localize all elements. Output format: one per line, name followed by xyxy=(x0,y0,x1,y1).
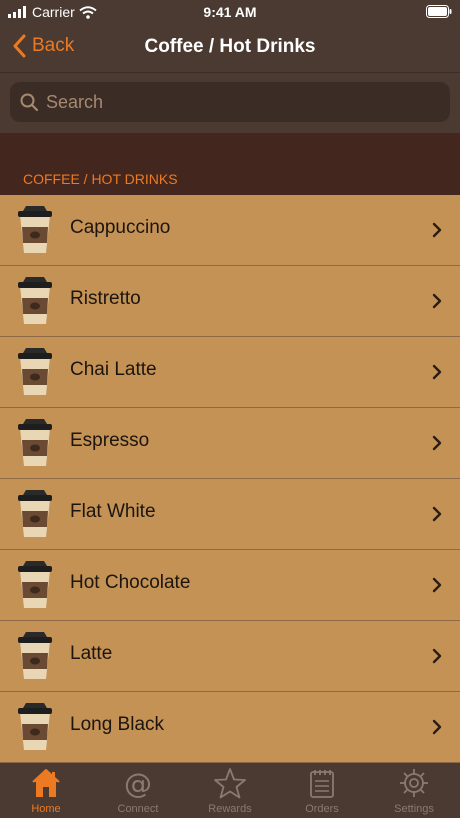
tab-orders-label: Orders xyxy=(305,803,339,815)
tab-rewards-label: Rewards xyxy=(208,803,252,815)
tab-rewards[interactable]: Rewards xyxy=(184,763,276,818)
back-label: Back xyxy=(32,35,75,56)
disclosure-indicator xyxy=(432,222,442,243)
status-time: 9:41 AM xyxy=(203,4,257,20)
tab-orders[interactable]: Orders xyxy=(276,763,368,818)
chevron-right-icon xyxy=(432,222,442,238)
list-item-label: Ristretto xyxy=(70,288,141,309)
notepad-icon xyxy=(310,770,334,798)
chevron-right-icon xyxy=(432,577,442,593)
battery-indicator xyxy=(426,5,452,21)
chevron-left-icon xyxy=(13,34,26,58)
list-item-label: Cappuccino xyxy=(70,217,171,238)
list-item[interactable]: Latte xyxy=(0,621,460,692)
tab-settings[interactable]: Settings xyxy=(368,763,460,818)
svg-text:@: @ xyxy=(124,767,152,799)
drink-thumbnail xyxy=(16,347,54,402)
list-item-label: Long Black xyxy=(70,714,165,735)
drink-thumbnail xyxy=(16,631,54,686)
search-area xyxy=(0,73,460,133)
coffee-cup-icon xyxy=(18,419,52,466)
list-item-label: Chai Latte xyxy=(70,359,157,380)
list-item[interactable]: Cappuccino xyxy=(0,195,460,266)
coffee-cup-icon xyxy=(18,561,52,608)
tab-bar: Home @ Connect Rewards Orders Settings xyxy=(0,763,460,818)
list-item[interactable]: Long Black xyxy=(0,692,460,763)
coffee-cup-icon xyxy=(18,490,52,537)
status-bar: Carrier 9:41 AM xyxy=(0,0,460,24)
search-icon xyxy=(20,93,38,111)
home-icon xyxy=(32,769,60,797)
drink-thumbnail xyxy=(16,702,54,757)
disclosure-indicator xyxy=(432,506,442,527)
list-item[interactable]: Flat White xyxy=(0,479,460,550)
section-header-label: COFFEE / HOT DRINKS xyxy=(23,171,178,187)
list-item[interactable]: Hot Chocolate xyxy=(0,550,460,621)
disclosure-indicator xyxy=(432,293,442,314)
coffee-cup-icon xyxy=(18,348,52,395)
coffee-cup-icon xyxy=(18,632,52,679)
disclosure-indicator xyxy=(432,435,442,456)
gear-icon xyxy=(400,769,428,797)
coffee-cup-icon xyxy=(18,703,52,750)
drinks-list: Cappuccino Ristretto Chai Latte Espresso Fla… xyxy=(0,195,460,763)
coffee-cup-icon xyxy=(18,206,52,253)
drink-thumbnail xyxy=(16,489,54,544)
chevron-right-icon xyxy=(432,364,442,380)
battery-icon xyxy=(426,5,452,18)
star-icon xyxy=(214,768,246,799)
drink-thumbnail xyxy=(16,560,54,615)
search-input[interactable] xyxy=(44,90,428,114)
tab-home[interactable]: Home xyxy=(0,763,92,818)
list-item[interactable]: Chai Latte xyxy=(0,337,460,408)
chevron-right-icon xyxy=(432,435,442,451)
list-item-label: Hot Chocolate xyxy=(70,572,191,593)
tab-connect[interactable]: @ Connect xyxy=(92,763,184,818)
list-item-label: Flat White xyxy=(70,501,156,522)
disclosure-indicator xyxy=(432,577,442,598)
tab-settings-label: Settings xyxy=(394,803,434,815)
section-header: COFFEE / HOT DRINKS xyxy=(0,133,460,195)
disclosure-indicator xyxy=(432,719,442,740)
chevron-right-icon xyxy=(432,293,442,309)
coffee-cup-icon xyxy=(18,277,52,324)
list-item[interactable]: Espresso xyxy=(0,408,460,479)
chevron-right-icon xyxy=(432,719,442,735)
tab-home-label: Home xyxy=(31,803,61,815)
drink-thumbnail xyxy=(16,205,54,260)
list-item[interactable]: Ristretto xyxy=(0,266,460,337)
list-item-label: Espresso xyxy=(70,430,150,451)
chevron-right-icon xyxy=(432,648,442,664)
disclosure-indicator xyxy=(432,648,442,669)
tab-connect-label: Connect xyxy=(117,803,159,815)
at-icon: @ xyxy=(124,767,152,799)
chevron-right-icon xyxy=(432,506,442,522)
drink-thumbnail xyxy=(16,276,54,331)
drink-thumbnail xyxy=(16,418,54,473)
navigation-bar: Back Coffee / Hot Drinks xyxy=(0,24,460,73)
list-item-label: Latte xyxy=(70,643,113,664)
back-button[interactable]: Back xyxy=(12,34,74,58)
disclosure-indicator xyxy=(432,364,442,385)
search-box[interactable] xyxy=(10,82,450,122)
